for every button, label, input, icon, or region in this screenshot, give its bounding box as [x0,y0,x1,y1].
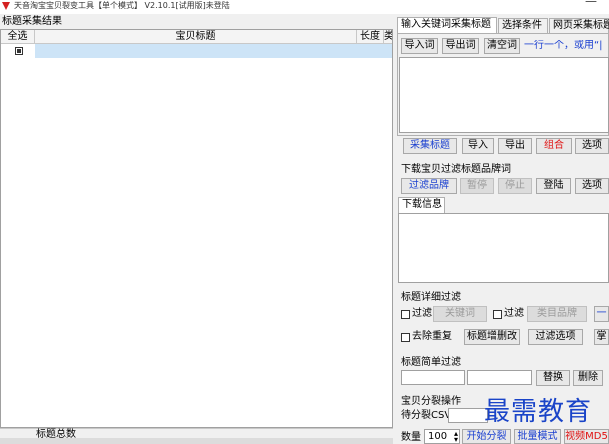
stepper-arrows-icon[interactable]: ▴ ▾ [454,430,458,444]
keyword-hint: 一行一个，或用“| [524,40,603,51]
tab-download-info[interactable]: 下载信息 [398,197,445,213]
table-header: 全选 宝贝标题 长度 类 [1,30,392,44]
stop-button[interactable]: 停止 [498,178,532,194]
dedupe-checkbox[interactable] [401,333,410,342]
detail-filter-title: 标题详细过滤 [401,292,461,303]
filter-category-checkbox[interactable] [493,310,502,319]
replace-input[interactable] [467,370,532,385]
dedupe-label: 去除重复 [412,331,452,342]
csv-label: 待分裂CSV [401,410,452,421]
filter-category-label: 过滤 [504,308,524,319]
horizontal-scrollbar[interactable] [0,438,393,444]
find-input[interactable] [401,370,465,385]
brand-options-button[interactable]: 选项 [575,178,609,194]
simple-filter-title: 标题简单过滤 [401,357,461,368]
pause-button[interactable]: 暂停 [460,178,494,194]
filter-keyword-checkbox[interactable] [401,310,410,319]
collect-titles-button[interactable]: 采集标题 [403,138,457,154]
detail-extra-button[interactable]: 掌 [594,329,609,345]
app-logo-icon [2,2,10,10]
category-brand-button[interactable]: 类目品牌 [527,306,587,322]
download-info-box [398,213,609,283]
column-select-all[interactable]: 全选 [1,30,35,43]
quantity-label: 数量 [401,432,421,443]
delete-button[interactable]: 删除 [573,370,603,386]
split-section-title: 宝贝分裂操作 [401,396,461,407]
filter-options-button[interactable]: 过滤选项 [528,329,583,345]
collect-options-button[interactable]: 选项 [575,138,609,154]
login-button[interactable]: 登陆 [536,178,571,194]
filter-brand-button[interactable]: 过滤品牌 [401,178,457,194]
keyword-textarea[interactable] [399,57,609,133]
selected-row-cell[interactable] [35,44,392,58]
title-edit-button[interactable]: 标题增删改 [464,329,520,345]
window-title: 天音淘宝宝贝裂变工具【单个模式】 V2.10.1[试用版]未登陆 [14,1,230,10]
keyword-button[interactable]: 关键词 [433,306,487,322]
more-filter-button[interactable]: 一 [594,306,609,322]
minimize-button[interactable]: — [585,0,597,7]
filter-keyword-label: 过滤 [412,308,432,319]
results-table[interactable]: 全选 宝贝标题 长度 类 [0,29,393,428]
row-checkbox[interactable] [15,47,23,55]
tab-keyword-collect[interactable]: 输入关键词采集标题 [397,17,497,33]
column-length[interactable]: 长度 [357,30,384,43]
import-button[interactable]: 导入 [462,138,494,154]
clear-words-button[interactable]: 清空词 [484,38,520,54]
column-title[interactable]: 宝贝标题 [35,30,357,43]
tab-select-conditions[interactable]: 选择条件 [498,18,548,33]
watermark-text: 最需教育 [484,397,593,427]
table-row[interactable] [1,44,392,58]
batch-mode-button[interactable]: 批量模式 [514,429,561,444]
video-md5-button[interactable]: 视频MD5 [564,429,609,444]
import-words-button[interactable]: 导入词 [401,38,438,54]
quantity-value: 100 [428,431,448,442]
replace-button[interactable]: 替换 [536,370,570,386]
start-split-button[interactable]: 开始分裂 [462,429,511,444]
brand-filter-title: 下载宝贝过滤标题品牌词 [401,164,511,175]
csv-path-input[interactable] [448,408,488,423]
export-words-button[interactable]: 导出词 [442,38,479,54]
results-section-title: 标题采集结果 [2,16,62,27]
export-button[interactable]: 导出 [498,138,532,154]
quantity-stepper[interactable]: 100 ▴ ▾ [424,429,460,444]
column-category[interactable]: 类 [384,30,392,43]
combine-button[interactable]: 组合 [536,138,572,154]
title-bar: 天音淘宝宝贝裂变工具【单个模式】 V2.10.1[试用版]未登陆 — [0,0,609,14]
tab-web-collect[interactable]: 网页采集标题 [549,18,609,33]
